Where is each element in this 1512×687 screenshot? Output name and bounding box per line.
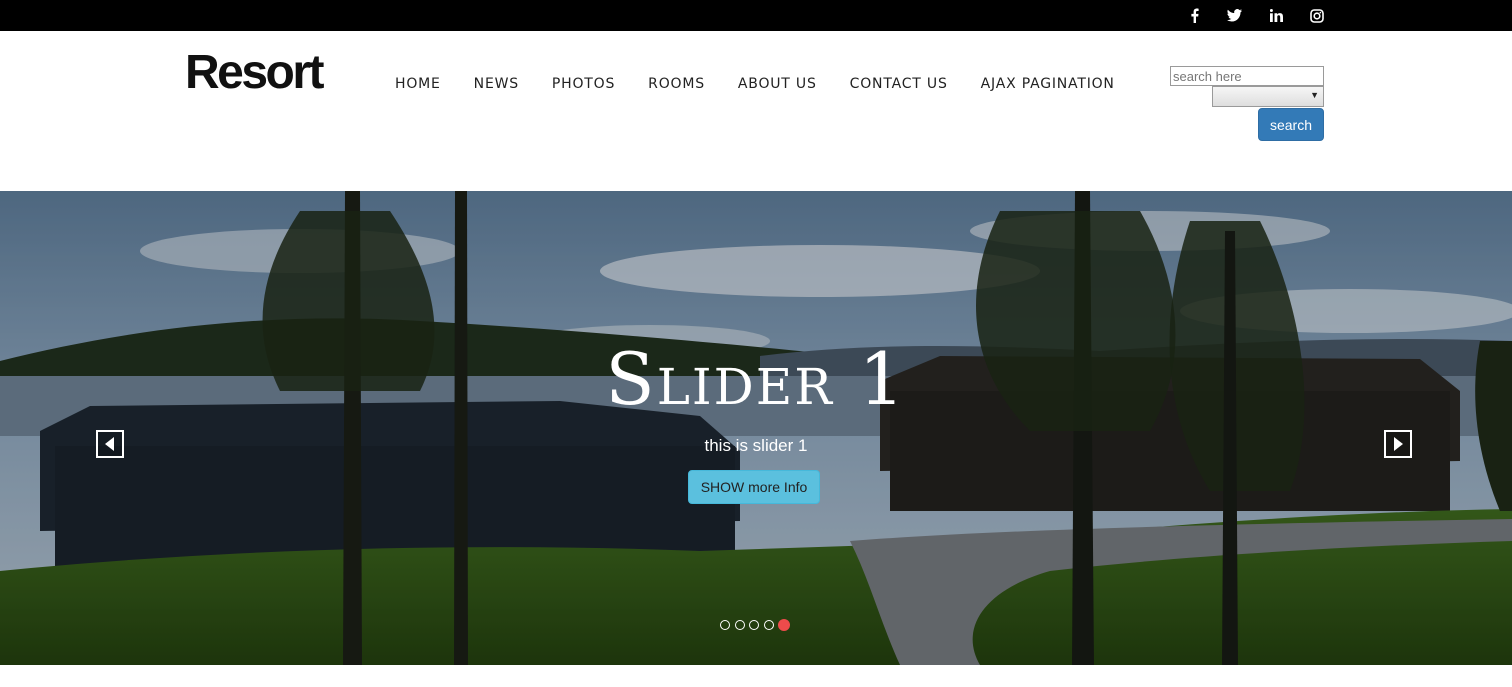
search-button[interactable]: search: [1258, 108, 1324, 141]
hero-slider: Slider 1 this is slider 1 SHOW more Info: [0, 191, 1512, 665]
nav-item-home[interactable]: HOME: [395, 76, 441, 92]
search-category-select[interactable]: ▼: [1212, 86, 1324, 107]
site-logo[interactable]: Resort: [185, 49, 325, 97]
slide-title: Slider 1: [605, 337, 907, 421]
nav-item-ajax-pagination[interactable]: AJAX PAGINATION: [981, 76, 1115, 92]
show-more-info-button[interactable]: SHOW more Info: [688, 470, 820, 504]
slider-next-button[interactable]: [1384, 430, 1412, 458]
chevron-down-icon: ▼: [1310, 90, 1319, 100]
arrow-left-icon: [105, 437, 114, 451]
slider-dot-3[interactable]: [749, 620, 759, 630]
instagram-icon[interactable]: [1304, 0, 1330, 31]
slider-pagination: [720, 619, 795, 631]
slider-dot-5-active[interactable]: [778, 619, 790, 631]
arrow-right-icon: [1394, 437, 1403, 451]
nav-item-contact-us[interactable]: CONTACT US: [850, 76, 948, 92]
slider-prev-button[interactable]: [96, 430, 124, 458]
nav-item-about-us[interactable]: ABOUT US: [738, 76, 817, 92]
nav-item-news[interactable]: NEWS: [474, 76, 519, 92]
nav-item-photos[interactable]: PHOTOS: [552, 76, 615, 92]
social-bar: [0, 0, 1512, 31]
linkedin-icon[interactable]: [1263, 0, 1289, 31]
search-input[interactable]: [1170, 66, 1324, 86]
slider-dot-2[interactable]: [734, 620, 745, 630]
slide-subtitle: this is slider 1: [704, 436, 808, 455]
nav-item-rooms[interactable]: ROOMS: [648, 76, 705, 92]
slider-dot-4[interactable]: [763, 620, 774, 630]
main-nav: HOME NEWS PHOTOS ROOMS ABOUT US CONTACT …: [395, 76, 1148, 92]
hero-overlay: [0, 191, 1512, 665]
twitter-icon[interactable]: [1221, 0, 1247, 31]
facebook-icon[interactable]: [1181, 0, 1207, 31]
site-header: Resort HOME NEWS PHOTOS ROOMS ABOUT US C…: [0, 31, 1512, 191]
slider-dot-1[interactable]: [720, 620, 730, 630]
